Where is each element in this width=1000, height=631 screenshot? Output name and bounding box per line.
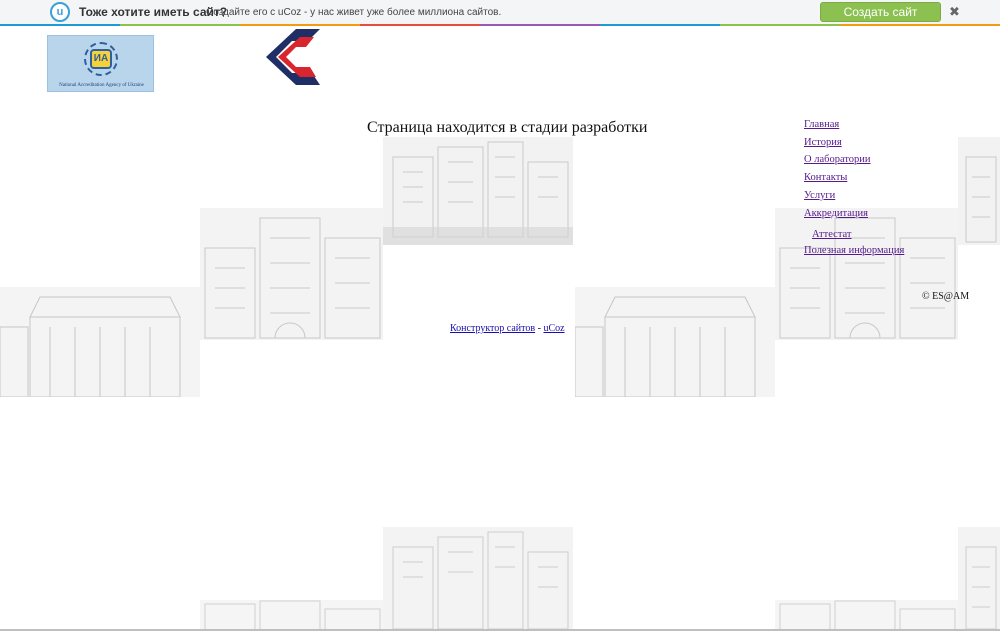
menu-item-useful-info[interactable]: Полезная информация: [804, 245, 904, 256]
promo-text: Создайте его с uCoz - у нас живет уже бо…: [206, 7, 502, 18]
building-image: [775, 208, 958, 340]
create-site-button[interactable]: Создать сайт бесплатно: [820, 2, 941, 37]
menu-item-contacts[interactable]: Контакты: [804, 172, 847, 183]
close-icon[interactable]: ✖: [949, 4, 960, 20]
page-title: Страница находится в стадии разработки: [367, 119, 648, 136]
menu-item-accreditation[interactable]: Аккредитация: [804, 208, 868, 219]
building-image: [958, 137, 1000, 245]
site-builder-link[interactable]: Конструктор сайтов: [450, 323, 535, 334]
naau-caption: National Accreditation Agency of Ukraine: [59, 83, 144, 88]
ucoz-logo-icon[interactable]: u: [50, 2, 70, 22]
building-image: [958, 527, 1000, 629]
copyright: © ES@AM: [922, 291, 970, 302]
building-image: [383, 137, 573, 245]
building-image: [200, 208, 383, 340]
building-image: [383, 527, 573, 629]
menu-item-services[interactable]: Услуги: [804, 190, 835, 201]
menu-item-certificate[interactable]: Аттестат: [812, 229, 852, 240]
building-image: [200, 600, 383, 629]
naau-logo: ИА National Accreditation Agency of Ukra…: [47, 35, 154, 92]
menu-item-history[interactable]: История: [804, 137, 842, 148]
ucoz-link[interactable]: uCoz: [543, 323, 564, 334]
promo-title: Тоже хотите иметь сайт?: [79, 5, 228, 19]
site-builder-credit: Конструктор сайтов - uCoz: [450, 323, 565, 334]
promo-stripe: [0, 24, 1000, 26]
menu-item-about-lab[interactable]: О лаборатории: [804, 154, 871, 165]
naau-emblem-icon: ИА: [90, 49, 112, 69]
esam-logo-icon: [262, 27, 322, 89]
building-image: [0, 287, 200, 397]
building-image: [775, 600, 958, 629]
menu-item-home[interactable]: Главная: [804, 119, 839, 130]
building-image: [575, 287, 775, 397]
promo-bar: u Тоже хотите иметь сайт? Создайте его с…: [0, 0, 1000, 37]
